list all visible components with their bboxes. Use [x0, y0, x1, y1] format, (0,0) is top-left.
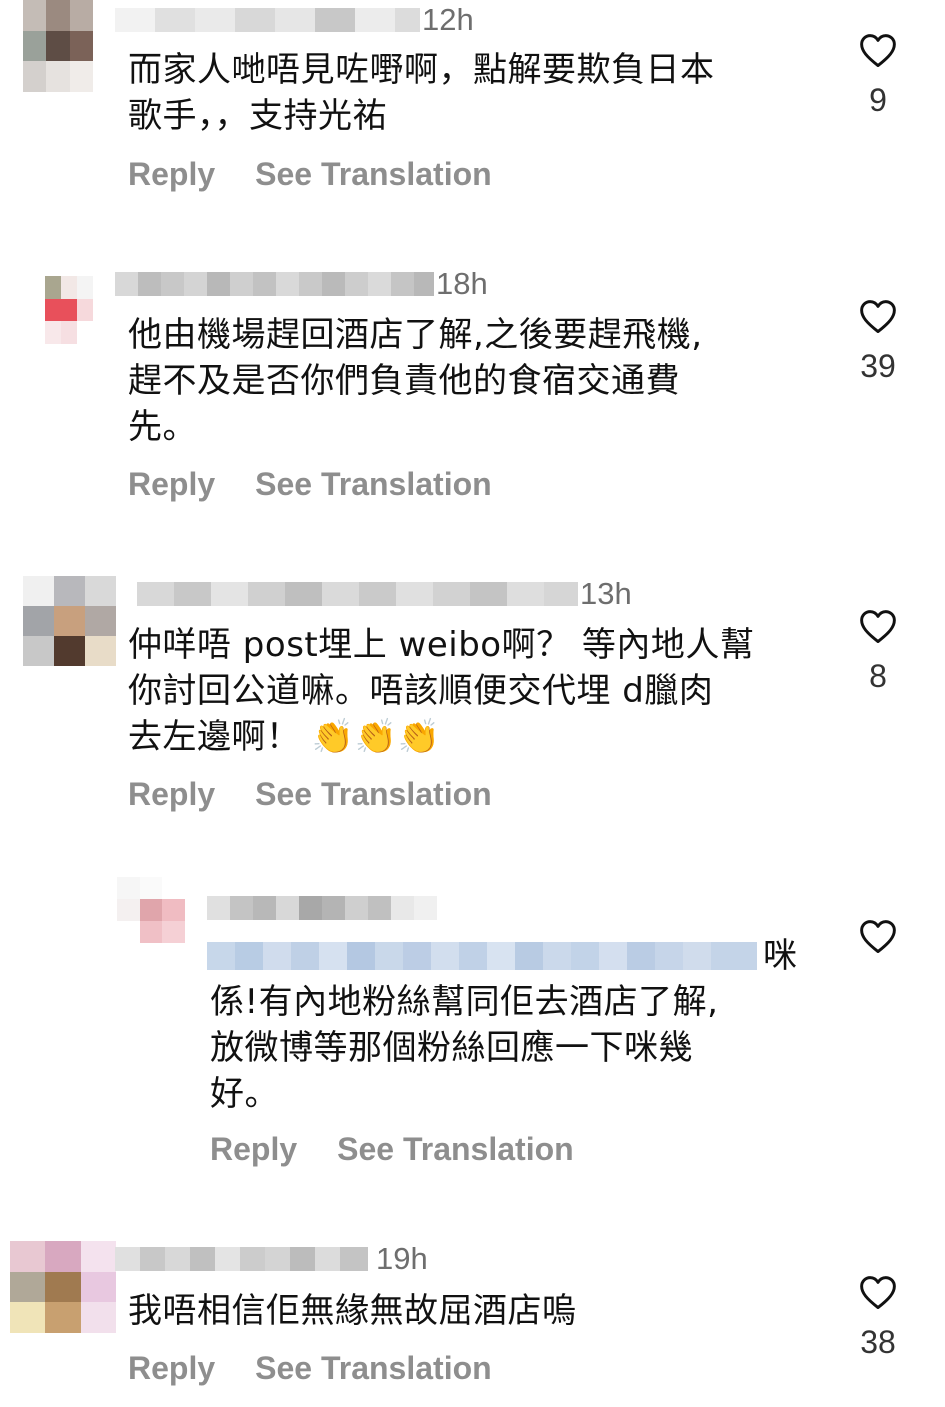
see-translation-button[interactable]: See Translation	[255, 1350, 492, 1387]
avatar[interactable]	[117, 877, 185, 943]
username-blurred[interactable]	[115, 272, 434, 296]
mention-blurred[interactable]	[207, 942, 757, 970]
timestamp: 18h	[436, 266, 488, 301]
comment-text: 咪	[763, 936, 798, 976]
comment-text: 他由機場趕回酒店了解,之後要趕飛機, 趕不及是否你們負責他的食宿交通費 先。	[128, 315, 703, 447]
timestamp: 13h	[580, 576, 632, 611]
clapping-hands-emoji: 👏👏👏	[311, 717, 441, 757]
username-blurred[interactable]	[137, 582, 578, 606]
avatar[interactable]	[23, 0, 93, 92]
see-translation-button[interactable]: See Translation	[255, 466, 492, 503]
comment-text: 我唔相信佢無緣無故屈酒店嗚	[128, 1291, 577, 1331]
like-count: 39	[860, 348, 896, 384]
comment-text: 仲咩唔 post埋上 weibo啊？ 等內地人幫 你討回公道嘛。唔該順便交代埋 …	[128, 625, 755, 757]
like-count: 38	[860, 1324, 896, 1360]
heart-outline-icon[interactable]	[858, 298, 898, 334]
reply-button[interactable]: Reply	[210, 1131, 297, 1168]
reply-button[interactable]: Reply	[128, 1350, 215, 1387]
avatar[interactable]	[10, 1241, 116, 1333]
see-translation-button[interactable]: See Translation	[255, 776, 492, 813]
see-translation-button[interactable]: See Translation	[337, 1131, 574, 1168]
timestamp: 12h	[422, 2, 474, 37]
like-count: 8	[869, 658, 887, 694]
heart-outline-icon[interactable]	[858, 1274, 898, 1310]
reply-button[interactable]: Reply	[128, 776, 215, 813]
heart-outline-icon[interactable]	[858, 608, 898, 644]
avatar[interactable]	[45, 276, 93, 344]
avatar[interactable]	[23, 576, 116, 666]
heart-outline-icon[interactable]	[858, 32, 898, 68]
comment-text: 係!有內地粉絲幫同佢去酒店了解, 放微博等那個粉絲回應一下咪幾 好。	[210, 982, 719, 1114]
reply-button[interactable]: Reply	[128, 466, 215, 503]
username-blurred[interactable]	[207, 896, 437, 920]
reply-button[interactable]: Reply	[128, 156, 215, 193]
username-blurred[interactable]	[115, 1247, 368, 1271]
heart-outline-icon[interactable]	[858, 918, 898, 954]
username-blurred[interactable]	[115, 8, 420, 32]
like-count: 9	[869, 82, 887, 118]
timestamp: 19h	[376, 1241, 428, 1276]
comment-text: 而家人哋唔見咗嘢啊，點解要欺負日本 歌手，，支持光祐	[128, 50, 715, 136]
see-translation-button[interactable]: See Translation	[255, 156, 492, 193]
